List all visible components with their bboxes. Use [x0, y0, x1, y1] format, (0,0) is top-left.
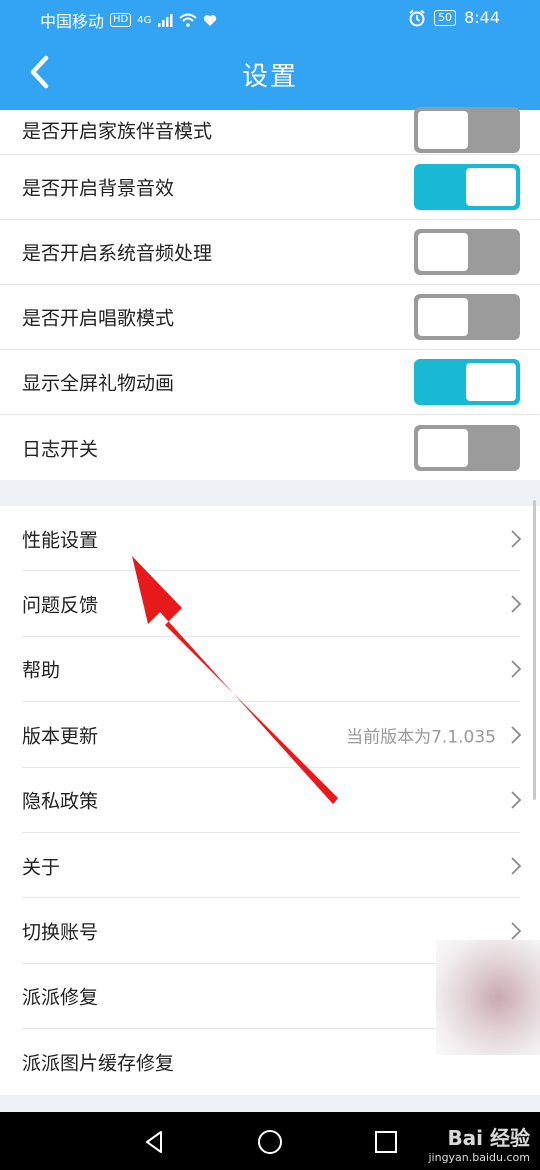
nav-item-label: 关于	[22, 856, 61, 879]
baidu-jingyan-watermark: Bai 经验 jingyan.baidu.com	[428, 1122, 530, 1164]
chevron-right-icon	[511, 660, 522, 679]
background-effect-toggle[interactable]	[414, 164, 520, 210]
status-right: 50 8:44	[408, 8, 500, 27]
title-bar: 设置	[0, 44, 540, 104]
nav-item-about[interactable]: 关于	[0, 833, 540, 899]
alarm-icon	[409, 9, 425, 26]
current-version-text: 当前版本为7.1.035	[346, 727, 496, 748]
toggle-knob	[418, 111, 468, 149]
heart-icon	[204, 14, 217, 26]
nav-item-label: 版本更新	[22, 725, 99, 748]
network-label: 4G	[137, 14, 152, 26]
toggle-knob	[418, 298, 468, 336]
nav-recent-apps-icon[interactable]	[372, 1128, 400, 1156]
nav-item-feedback[interactable]: 问题反馈	[0, 571, 540, 638]
battery-indicator: 50	[434, 9, 457, 26]
gift-animation-toggle[interactable]	[414, 359, 520, 405]
setting-row-log-switch: 日志开关	[0, 415, 540, 480]
nav-item-privacy[interactable]: 隐私政策	[0, 768, 540, 834]
toggle-knob	[418, 428, 468, 467]
nav-item-label: 隐私政策	[22, 790, 99, 813]
nav-item-help[interactable]: 帮助	[0, 637, 540, 703]
nav-item-label: 派派修复	[22, 986, 99, 1009]
status-bar: 中国移动 HD 4G 50 8:44	[0, 0, 540, 36]
clock-label: 8:44	[464, 8, 500, 27]
toggle-knob	[466, 168, 516, 206]
setting-label: 显示全屏礼物动画	[22, 372, 175, 395]
chevron-right-icon	[511, 922, 522, 940]
toggle-knob	[466, 363, 516, 401]
nav-item-label: 问题反馈	[22, 594, 99, 617]
toggle-settings-list: 是否开启家族伴音模式 是否开启背景音效 是否开启系统音频处理 是否开启唱歌模式 …	[0, 107, 540, 480]
watermark-url: jingyan.baidu.com	[428, 1151, 530, 1164]
chevron-right-icon	[511, 726, 522, 744]
chevron-right-icon	[511, 530, 522, 548]
page-title: 设置	[241, 62, 298, 92]
status-left: 中国移动 HD 4G	[40, 8, 217, 32]
chevron-right-icon	[511, 857, 522, 875]
nav-item-label: 切换账号	[22, 921, 99, 944]
chevron-right-icon	[511, 791, 522, 809]
nav-item-label: 性能设置	[22, 529, 99, 552]
setting-row-gift-animation: 显示全屏礼物动画	[0, 350, 540, 415]
log-switch-toggle[interactable]	[414, 424, 520, 471]
nav-back-icon[interactable]	[140, 1128, 168, 1156]
wifi-icon	[179, 13, 198, 27]
setting-label: 是否开启系统音频处理	[22, 242, 213, 265]
singing-mode-toggle[interactable]	[414, 294, 520, 340]
toggle-knob	[418, 233, 468, 271]
setting-label: 是否开启背景音效	[22, 177, 175, 200]
family-audio-toggle[interactable]	[414, 107, 520, 153]
nav-home-icon[interactable]	[256, 1128, 284, 1156]
chevron-right-icon	[511, 595, 522, 613]
system-nav-bar: Bai 经验 jingyan.baidu.com	[0, 1112, 540, 1170]
setting-label: 是否开启家族伴音模式	[22, 120, 213, 143]
hd-badge: HD	[110, 13, 132, 27]
setting-label: 日志开关	[22, 438, 99, 460]
carrier-label: 中国移动	[40, 12, 105, 31]
nav-item-label: 帮助	[22, 659, 61, 682]
system-audio-toggle[interactable]	[414, 229, 520, 275]
app-header: 中国移动 HD 4G 50 8:44 设置	[0, 0, 540, 110]
signal-icon	[158, 14, 173, 27]
setting-row-background-effect: 是否开启背景音效	[0, 155, 540, 220]
watermark-title: Bai 经验	[447, 1126, 530, 1150]
scrollbar[interactable]	[533, 500, 536, 800]
setting-row-singing-mode: 是否开启唱歌模式	[0, 285, 540, 350]
setting-row-family-audio: 是否开启家族伴音模式	[0, 107, 540, 155]
setting-label: 是否开启唱歌模式	[22, 307, 175, 330]
nav-item-version-update[interactable]: 版本更新 当前版本为7.1.035	[0, 702, 540, 768]
setting-row-system-audio: 是否开启系统音频处理	[0, 220, 540, 285]
blurred-overlay	[436, 940, 540, 1055]
nav-item-performance[interactable]: 性能设置	[0, 506, 540, 572]
nav-item-label: 派派图片缓存修复	[22, 1052, 175, 1075]
